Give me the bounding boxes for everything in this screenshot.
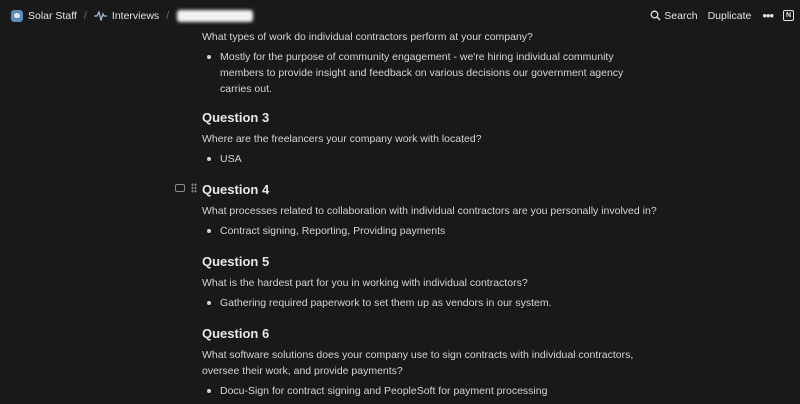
breadcrumb-separator: /: [83, 9, 87, 22]
question-4-answer: Contract signing, Reporting, Providing p…: [202, 223, 652, 239]
question-6-answer: Docu-Sign for contract signing and Peopl…: [202, 383, 652, 399]
redacted-page-title[interactable]: [177, 9, 254, 22]
top-bar: Solar Staff / Interviews / Search Duplic…: [0, 0, 800, 31]
drag-handle-icon[interactable]: [191, 183, 197, 193]
question-3-answer: USA: [202, 151, 652, 167]
duplicate-button[interactable]: Duplicate: [703, 6, 757, 26]
question-5-text: What is the hardest part for you in work…: [202, 277, 528, 289]
question-6-heading: Question 6: [202, 326, 270, 341]
breadcrumb-interviews[interactable]: Interviews: [91, 6, 162, 26]
pulse-icon: [93, 10, 107, 21]
search-icon: [650, 10, 661, 21]
toolbar: Search Duplicate ••• N: [645, 6, 794, 26]
question-3-text: Where are the freelancers your company w…: [202, 133, 482, 145]
breadcrumb-separator: /: [166, 9, 170, 22]
breadcrumb-workspace[interactable]: Solar Staff: [8, 6, 80, 26]
question-2-answer: Mostly for the purpose of community enga…: [202, 49, 652, 97]
search-label: Search: [664, 9, 698, 22]
workspace-icon: [11, 9, 23, 22]
question-5-answer: Gathering required paperwork to set them…: [202, 295, 652, 311]
question-3-heading: Question 3: [202, 110, 270, 125]
workspace-label: Solar Staff: [28, 9, 77, 22]
comment-icon[interactable]: [175, 184, 185, 192]
more-icon[interactable]: •••: [756, 8, 779, 23]
block-hover-controls: [175, 183, 197, 193]
interviews-label: Interviews: [111, 9, 160, 22]
question-5-heading: Question 5: [202, 254, 270, 269]
question-2-text: What types of work do individual contrac…: [202, 31, 533, 43]
question-4-text: What processes related to collaboration …: [202, 205, 657, 217]
question-6-text: What software solutions does your compan…: [202, 349, 634, 377]
notion-icon[interactable]: N: [783, 10, 794, 21]
question-4-heading: Question 4: [202, 182, 270, 197]
duplicate-label: Duplicate: [707, 9, 752, 22]
search-button[interactable]: Search: [645, 6, 702, 26]
